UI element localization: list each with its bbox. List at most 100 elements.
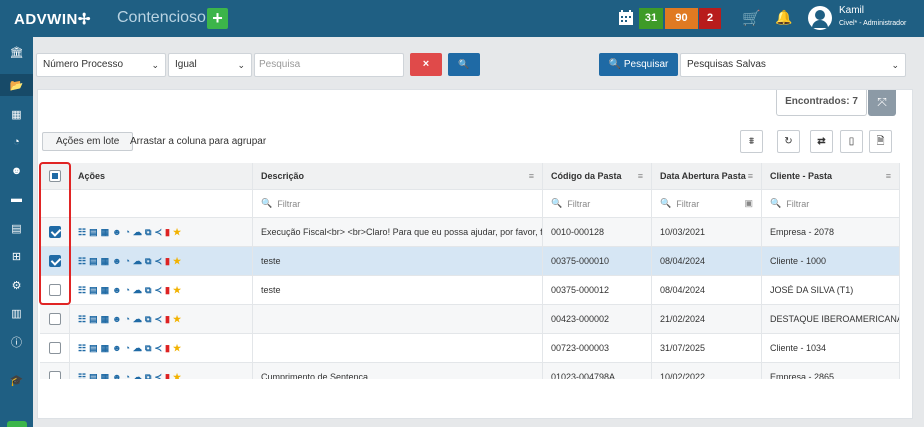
- cell-codigo[interactable]: 00423-000002: [543, 305, 652, 333]
- cell-codigo[interactable]: 00375-000012: [543, 276, 652, 304]
- calendar-icon[interactable]: ▦: [101, 227, 110, 238]
- column-menu-icon[interactable]: ≡: [529, 171, 534, 181]
- calendar-icon[interactable]: ▦: [101, 285, 110, 296]
- badge-red[interactable]: 2: [699, 8, 721, 29]
- cell-data[interactable]: 08/04/2024: [652, 276, 762, 304]
- user-icon[interactable]: ☻: [112, 343, 121, 353]
- operator-select[interactable]: Igual ⌄: [168, 53, 252, 77]
- cell-descricao[interactable]: [253, 334, 543, 362]
- list-icon[interactable]: ☷: [78, 372, 86, 380]
- copy-icon[interactable]: ⧉: [145, 256, 151, 267]
- bank-icon[interactable]: 🏛: [8, 45, 25, 59]
- trash-icon[interactable]: ▮: [165, 285, 170, 296]
- cell-descricao[interactable]: Cumprimento de Sentenca: [253, 363, 543, 379]
- row-select-cell[interactable]: [40, 305, 70, 333]
- document-icon[interactable]: ▤: [8, 221, 25, 235]
- calendar-icon[interactable]: [619, 10, 633, 25]
- table-row[interactable]: ☷ ▤ ▦ ☻ ◔ ☁ ⧉ ≺ ▮ ★ 00723-000003 31/07/2025 Clien…: [40, 334, 900, 363]
- swap-icon[interactable]: ⇄: [810, 130, 833, 153]
- row-checkbox[interactable]: [48, 342, 61, 354]
- cell-descricao[interactable]: Execução Fiscal<br> <br>Claro! Para que …: [253, 218, 543, 246]
- clipboard-icon[interactable]: ▤: [89, 372, 98, 380]
- clock-icon[interactable]: ◔: [125, 285, 130, 295]
- filter-data[interactable]: 🔍 Filtrar ▣: [652, 190, 762, 217]
- calendar-icon[interactable]: ▦: [101, 256, 110, 267]
- saved-searches-select[interactable]: Pesquisas Salvas ⌄: [680, 53, 906, 77]
- column-menu-icon[interactable]: ≡: [748, 171, 753, 181]
- column-menu-icon[interactable]: ≡: [886, 171, 891, 181]
- filter-codigo[interactable]: 🔍 Filtrar: [543, 190, 652, 217]
- cloud-icon[interactable]: ☁: [133, 285, 142, 296]
- clock-icon[interactable]: ◔: [125, 314, 130, 324]
- copy-icon[interactable]: ⧉: [145, 314, 151, 325]
- field-select[interactable]: Número Processo ⌄: [36, 53, 166, 77]
- list-icon[interactable]: ☷: [78, 343, 86, 354]
- trash-icon[interactable]: ▮: [165, 314, 170, 325]
- col-cliente[interactable]: Cliente - Pasta ≡: [762, 163, 900, 189]
- cell-codigo[interactable]: 00375-000010: [543, 247, 652, 275]
- clear-button[interactable]: ×: [410, 53, 442, 76]
- add-button[interactable]: +: [207, 8, 228, 29]
- cell-descricao[interactable]: teste: [253, 276, 543, 304]
- share-icon[interactable]: ≺: [154, 227, 162, 238]
- copy-icon[interactable]: ⧉: [145, 372, 151, 380]
- filter-descricao[interactable]: 🔍 Filtrar: [253, 190, 543, 217]
- cloud-icon[interactable]: ☁: [133, 314, 142, 325]
- share-icon[interactable]: ≺: [154, 285, 162, 296]
- graduation-icon[interactable]: 🎓: [8, 373, 25, 387]
- trash-icon[interactable]: ▮: [165, 343, 170, 354]
- cloud-icon[interactable]: ☁: [133, 372, 142, 380]
- table-row[interactable]: ☷ ▤ ▦ ☻ ◔ ☁ ⧉ ≺ ▮ ★ teste 00375-000012 08/04/2024…: [40, 276, 900, 305]
- row-checkbox[interactable]: [48, 371, 61, 379]
- list-icon[interactable]: ☷: [78, 285, 86, 296]
- trash-icon[interactable]: ▮: [165, 227, 170, 238]
- columns-icon[interactable]: ▯: [840, 130, 863, 153]
- star-icon[interactable]: ★: [173, 372, 181, 380]
- cell-descricao[interactable]: [253, 305, 543, 333]
- users-icon[interactable]: ☻: [8, 164, 25, 178]
- table-row[interactable]: ☷ ▤ ▦ ☻ ◔ ☁ ⧉ ≺ ▮ ★ teste 00375-000010 08/04/2024…: [40, 247, 900, 276]
- star-icon[interactable]: ★: [173, 285, 181, 296]
- calendar-nav-icon[interactable]: ▦: [8, 107, 25, 121]
- cell-codigo[interactable]: 0010-000128: [543, 218, 652, 246]
- user-icon[interactable]: ☻: [112, 285, 121, 295]
- cell-cliente[interactable]: DESTAQUE IBEROAMERICANAS ...: [762, 305, 900, 333]
- calendar-picker-icon[interactable]: ▣: [744, 198, 753, 209]
- cart-icon[interactable]: 🛒: [742, 9, 761, 27]
- refresh-icon[interactable]: ↻: [777, 130, 800, 153]
- col-acoes[interactable]: Ações: [70, 163, 253, 189]
- badge-green[interactable]: 31: [639, 8, 663, 29]
- calendar-icon[interactable]: ▦: [101, 314, 110, 325]
- clock-icon[interactable]: ◔: [125, 227, 130, 237]
- folder-icon[interactable]: 📂: [0, 74, 33, 96]
- cell-data[interactable]: 10/03/2021: [652, 218, 762, 246]
- cell-codigo[interactable]: 00723-000003: [543, 334, 652, 362]
- cell-codigo[interactable]: 01023-004798A: [543, 363, 652, 379]
- trash-icon[interactable]: ▮: [165, 256, 170, 267]
- collapse-icon[interactable]: ⤧: [868, 90, 896, 116]
- row-select-cell[interactable]: [40, 334, 70, 362]
- search-button[interactable]: 🔍: [448, 53, 480, 76]
- cogs-icon[interactable]: ⚙: [8, 278, 25, 292]
- cloud-icon[interactable]: ☁: [133, 343, 142, 354]
- archive-icon[interactable]: ▬: [8, 192, 25, 206]
- list-icon[interactable]: ☷: [78, 314, 86, 325]
- search-input[interactable]: Pesquisa: [254, 53, 404, 77]
- star-icon[interactable]: ★: [173, 256, 181, 267]
- cell-cliente[interactable]: Empresa - 2078: [762, 218, 900, 246]
- cell-descricao[interactable]: teste: [253, 247, 543, 275]
- cell-data[interactable]: 31/07/2025: [652, 334, 762, 362]
- col-data[interactable]: Data Abertura Pasta ≡: [652, 163, 762, 189]
- user-icon[interactable]: ☻: [112, 372, 121, 379]
- clipboard-icon[interactable]: ▤: [89, 227, 98, 238]
- avatar[interactable]: [808, 6, 832, 30]
- copy-icon[interactable]: ⧉: [145, 285, 151, 296]
- table-row[interactable]: ☷ ▤ ▦ ☻ ◔ ☁ ⧉ ≺ ▮ ★ Execução Fiscal<br> <br>Claro…: [40, 218, 900, 247]
- cell-cliente[interactable]: Cliente - 1000: [762, 247, 900, 275]
- cell-data[interactable]: 10/02/2022: [652, 363, 762, 379]
- pesquisar-button[interactable]: 🔍 Pesquisar: [599, 53, 678, 76]
- row-checkbox[interactable]: [48, 313, 61, 325]
- share-icon[interactable]: ≺: [154, 314, 162, 325]
- cell-data[interactable]: 08/04/2024: [652, 247, 762, 275]
- badge-orange[interactable]: 90: [665, 8, 698, 29]
